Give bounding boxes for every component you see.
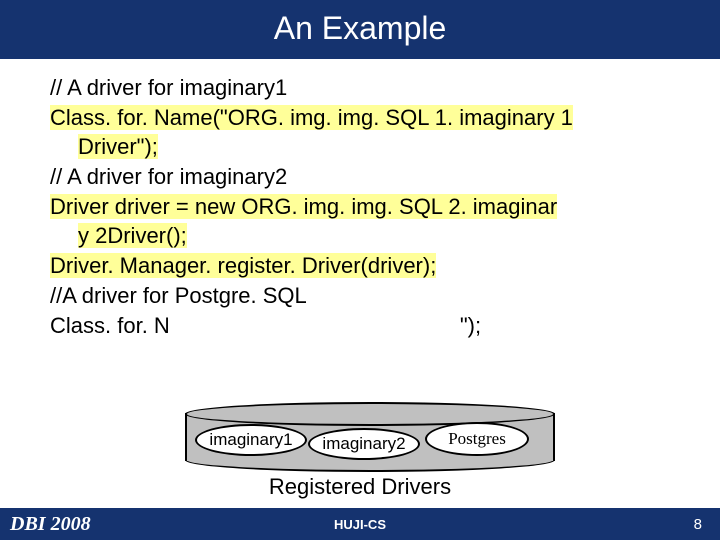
driver-bubble-imaginary2: imaginary2 [308, 428, 420, 460]
slide-title: An Example [0, 0, 720, 59]
slide-body: // A driver for imaginary1 Class. for. N… [0, 59, 720, 340]
code-line-5: Driver. Manager. register. Driver(driver… [50, 251, 670, 281]
footer-center: HUJI-CS [0, 517, 720, 532]
code-text-7b: "); [460, 313, 481, 338]
code-line-2: Class. for. Name("ORG. img. img. SQL 1. … [50, 103, 670, 133]
code-comment-1: // A driver for imaginary1 [50, 73, 670, 103]
code-comment-2: // A driver for imaginary2 [50, 162, 670, 192]
code-hl-1: Class. for. Name("ORG. img. img. SQL 1. … [50, 105, 573, 130]
code-hl-1b: Driver"); [78, 134, 158, 159]
code-text-7a: Class. for. N [50, 313, 170, 338]
code-comment-3: //A driver for Postgre. SQL [50, 281, 670, 311]
footer-page-number: 8 [694, 516, 702, 533]
code-hl-2b: y 2Driver(); [78, 223, 187, 248]
cylinder-top [185, 402, 555, 426]
code-line-7: Class. for. N "); [50, 311, 670, 341]
slide-footer: DBI 2008 HUJI-CS 8 [0, 508, 720, 540]
code-hl-2: Driver driver = new ORG. img. img. SQL 2… [50, 194, 557, 219]
drivers-caption: Registered Drivers [0, 474, 720, 500]
code-line-2b: Driver"); [50, 132, 670, 162]
code-line-4b: y 2Driver(); [50, 221, 670, 251]
driver-bubble-imaginary1: imaginary1 [195, 424, 307, 456]
code-hl-3: Driver. Manager. register. Driver(driver… [50, 253, 436, 278]
driver-bubble-postgres: Postgres [425, 422, 529, 456]
code-line-4: Driver driver = new ORG. img. img. SQL 2… [50, 192, 670, 222]
